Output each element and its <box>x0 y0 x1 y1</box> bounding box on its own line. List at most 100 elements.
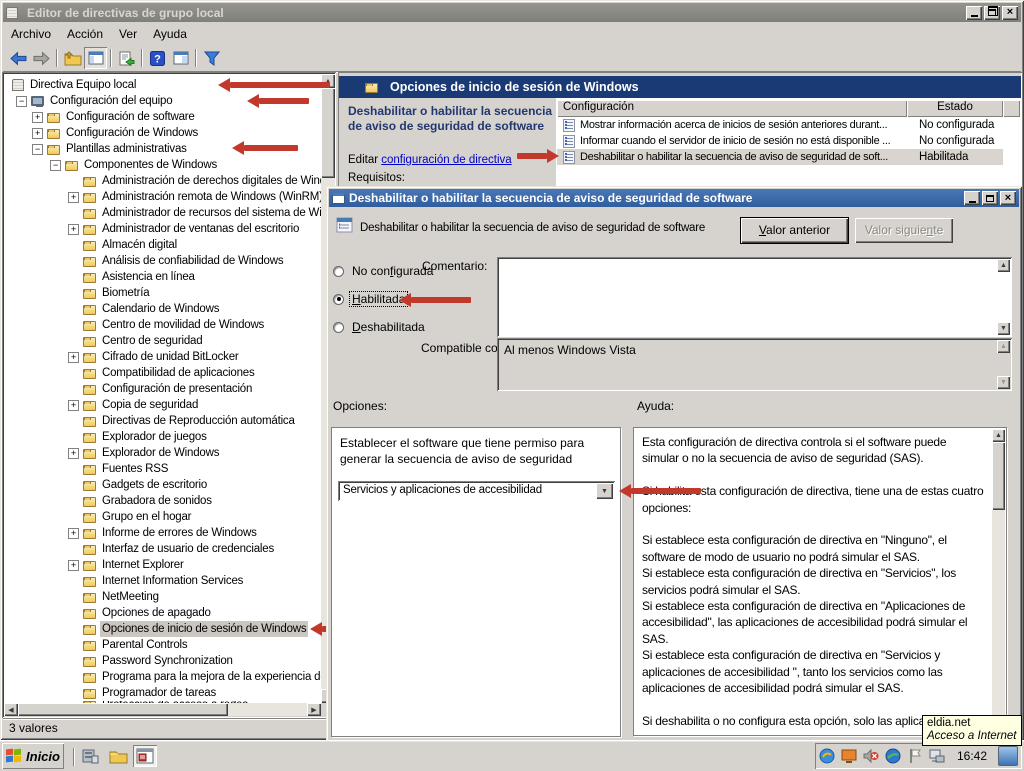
network-connection-icon[interactable] <box>929 748 946 765</box>
gpedit-taskbar-button[interactable] <box>133 745 157 767</box>
tree-item-label[interactable]: Compatibilidad de aplicaciones <box>100 365 257 381</box>
help-scroll-thumb[interactable] <box>992 442 1005 510</box>
tree-item[interactable]: Programa para la mejora de la experienci… <box>4 669 321 685</box>
tree-item-label[interactable]: Parental Controls <box>100 637 189 653</box>
tree-item-label[interactable]: Configuración de Windows <box>64 125 200 141</box>
tree-item[interactable]: + Cifrado de unidad BitLocker <box>4 349 321 365</box>
radio-icon[interactable] <box>333 294 344 305</box>
tree-item[interactable]: Fuentes RSS <box>4 461 321 477</box>
tree-item-label[interactable]: Centro de seguridad <box>100 333 204 349</box>
tree-item-label[interactable]: Grupo en el hogar <box>100 509 193 525</box>
radio-label[interactable]: Deshabilitada <box>350 320 427 334</box>
tree-expander-icon[interactable]: − <box>50 160 61 171</box>
tree-item[interactable]: Configuración de presentación <box>4 381 321 397</box>
policy-list-row[interactable]: Mostrar información acerca de inicios de… <box>557 117 1003 133</box>
policy-name[interactable]: Mostrar información acerca de inicios de… <box>580 119 910 131</box>
radio-option[interactable]: Deshabilitada <box>333 320 427 334</box>
tree-item-label[interactable]: Asistencia en línea <box>100 269 197 285</box>
display-icon[interactable] <box>841 748 858 765</box>
update-icon[interactable] <box>819 748 836 765</box>
show-tree-icon[interactable] <box>61 47 84 69</box>
taskbar-clock[interactable]: 16:42 <box>951 749 993 763</box>
menu-accion[interactable]: Acción <box>59 25 111 43</box>
policy-name[interactable]: Deshabilitar o habilitar la secuencia de… <box>580 151 910 163</box>
tree-item[interactable]: Programador de tareas <box>4 685 321 701</box>
tree-expander-icon[interactable]: + <box>68 560 79 571</box>
tree-item[interactable]: Compatibilidad de aplicaciones <box>4 365 321 381</box>
tree-item[interactable]: + Explorador de Windows <box>4 445 321 461</box>
server-manager-icon[interactable] <box>78 745 102 767</box>
menu-archivo[interactable]: Archivo <box>3 25 59 43</box>
forward-icon[interactable] <box>30 47 53 69</box>
tree-item[interactable]: Gadgets de escritorio <box>4 477 321 493</box>
tree-item-label[interactable]: Análisis de confiabilidad de Windows <box>100 253 285 269</box>
tree-item-label[interactable]: Administrador de ventanas del escritorio <box>100 221 301 237</box>
minimize-button[interactable] <box>966 6 982 20</box>
tree-expander-icon[interactable]: − <box>16 96 27 107</box>
tree-item-label[interactable]: Directivas de Reproducción automática <box>100 413 297 429</box>
tree-item[interactable]: Biometría <box>4 285 321 301</box>
radio-icon[interactable] <box>333 322 344 333</box>
tree-item-label[interactable]: Biometría <box>100 285 151 301</box>
dialog-minimize-button[interactable] <box>964 191 980 205</box>
tree-item[interactable]: Opciones de inicio de sesión de Windows <box>4 621 321 637</box>
tree-item-label[interactable]: Configuración de software <box>64 109 197 125</box>
tree-item[interactable]: Administrador de recursos del sistema de… <box>4 205 321 221</box>
sas-dropdown[interactable]: Servicios y aplicaciones de accesibilida… <box>338 481 615 501</box>
column-estado[interactable]: Estado <box>907 100 1003 117</box>
tree-item[interactable]: + Administrador de ventanas del escritor… <box>4 221 321 237</box>
tree-item[interactable]: Calendario de Windows <box>4 301 321 317</box>
scroll-left-icon[interactable]: ◀ <box>4 703 18 716</box>
chevron-down-icon[interactable]: ▼ <box>596 483 613 499</box>
menu-ayuda[interactable]: Ayuda <box>145 25 195 43</box>
tree-item[interactable]: Centro de seguridad <box>4 333 321 349</box>
tree-item-label[interactable]: Centro de movilidad de Windows <box>100 317 266 333</box>
tree-item-label[interactable]: Interfaz de usuario de credenciales <box>100 541 276 557</box>
network-globe-icon[interactable] <box>885 748 902 765</box>
tree-expander-icon[interactable]: + <box>68 192 79 203</box>
tree-item[interactable]: + Configuración de Windows <box>4 125 321 141</box>
tree-item-label[interactable]: Directiva Equipo local <box>28 77 138 93</box>
tree-item[interactable]: Administración de derechos digitales de … <box>4 173 321 189</box>
tree-item[interactable]: + Configuración de software <box>4 109 321 125</box>
tree-item-label[interactable]: Configuración de presentación <box>100 381 254 397</box>
scroll-right-icon[interactable]: ▶ <box>307 703 321 716</box>
filter-icon[interactable] <box>200 47 223 69</box>
tree-item-label[interactable]: Fuentes RSS <box>100 461 170 477</box>
tree-item-label[interactable]: Explorador de Windows <box>100 445 221 461</box>
tree-item[interactable]: Interfaz de usuario de credenciales <box>4 541 321 557</box>
tree-item-label[interactable]: Componentes de Windows <box>82 157 219 173</box>
start-button[interactable]: Inicio <box>2 743 64 769</box>
comment-textarea[interactable]: ▲ ▼ <box>497 257 1012 337</box>
tree-item[interactable]: Almacén digital <box>4 237 321 253</box>
radio-option[interactable]: No configurada <box>333 264 435 278</box>
tree-item-label[interactable]: Administración de derechos digitales de … <box>100 173 321 189</box>
tree-expander-icon[interactable]: + <box>32 112 43 123</box>
tree-item[interactable]: Grupo en el hogar <box>4 509 321 525</box>
tree-expander-icon[interactable]: + <box>68 224 79 235</box>
tree-item[interactable]: Análisis de confiabilidad de Windows <box>4 253 321 269</box>
console-window-icon[interactable] <box>84 47 107 69</box>
tree-item-label[interactable]: Password Synchronization <box>100 653 235 669</box>
tree-item[interactable]: Directivas de Reproducción automática <box>4 413 321 429</box>
scroll-down-icon[interactable]: ▼ <box>997 322 1010 335</box>
tree-item[interactable]: Centro de movilidad de Windows <box>4 317 321 333</box>
tree-expander-icon[interactable]: + <box>68 448 79 459</box>
tree-expander-icon[interactable]: + <box>68 400 79 411</box>
tree-item-label[interactable]: NetMeeting <box>100 589 161 605</box>
tree-item-label[interactable]: Almacén digital <box>100 237 179 253</box>
edit-policy-link[interactable]: configuración de directiva <box>381 154 511 166</box>
tree-item-label[interactable]: Gadgets de escritorio <box>100 477 209 493</box>
tree-expander-icon[interactable]: − <box>32 144 43 155</box>
restore-button[interactable] <box>984 6 1000 20</box>
scroll-up-icon[interactable]: ▲ <box>997 259 1010 272</box>
tree-item[interactable]: + Informe de errores de Windows <box>4 525 321 541</box>
next-setting-button[interactable]: Valor siguiente <box>855 218 953 243</box>
tree-item[interactable]: Internet Information Services <box>4 573 321 589</box>
column-configuracion[interactable]: Configuración <box>557 100 907 117</box>
tree-item-label[interactable]: Plantillas administrativas <box>64 141 189 157</box>
tree-item-label[interactable]: Explorador de juegos <box>100 429 209 445</box>
previous-setting-button[interactable]: Valor anterior <box>741 218 848 243</box>
radio-label[interactable]: No configurada <box>350 264 435 278</box>
show-desktop-button[interactable] <box>998 746 1018 766</box>
